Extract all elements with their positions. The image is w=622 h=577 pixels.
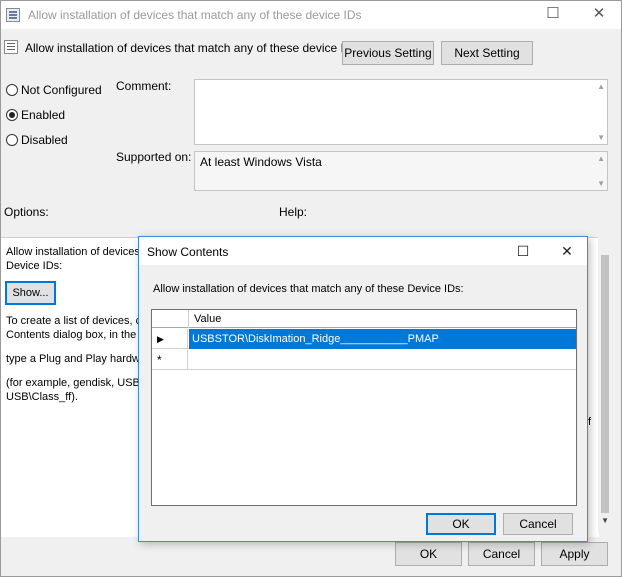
options-line: Allow installation of devices [6,246,140,258]
scroll-down-icon[interactable]: ▼ [601,516,609,525]
help-scrollbar[interactable]: ▼ [598,237,612,533]
column-separator [188,310,189,328]
maximize-button[interactable]: ☐ [503,237,543,265]
supported-on-value: At least Windows Vista [200,155,322,169]
show-contents-dialog: Show Contents ☐ ✕ Allow installation of … [138,236,588,542]
maximize-button[interactable]: ☐ [533,1,573,29]
options-line: type a Plug and Play hardwa [6,353,146,365]
radio-circle[interactable] [6,134,18,146]
radio-circle-selected[interactable] [6,109,18,121]
options-line: Device IDs: [6,260,63,272]
show-contents-title-bar: Show Contents ☐ ✕ [139,237,587,265]
table-row[interactable]: ▶ USBSTOR\DiskImation_Ridge___________PM… [152,329,576,349]
scroll-thumb[interactable] [601,255,609,513]
options-label: Options: [4,205,49,219]
previous-setting-button[interactable]: Previous Setting [342,41,434,65]
value-cell[interactable] [189,350,192,370]
help-text-fragment: f [588,416,592,428]
row-pointer-icon[interactable]: ▶ [152,329,188,349]
radio-label: Disabled [21,133,68,147]
options-line: USB\Class_ff). [6,391,78,403]
supported-on-box: At least Windows Vista ▲ ▼ [194,151,608,191]
radio-circle[interactable] [6,84,18,96]
grid-header: Value [152,310,576,328]
show-contents-title: Show Contents [147,245,229,259]
scroll-down-icon[interactable]: ▼ [597,133,605,142]
scroll-down-icon[interactable]: ▼ [597,179,605,188]
radio-enabled[interactable]: Enabled [6,107,65,123]
window-title: Allow installation of devices that match… [28,8,362,22]
options-line: Contents dialog box, in the V [6,329,146,341]
table-row-new[interactable]: * [152,350,576,370]
apply-button[interactable]: Apply [541,542,608,566]
show-button[interactable]: Show... [5,281,56,305]
help-label: Help: [279,205,308,219]
options-line: To create a list of devices, cli [6,315,146,327]
close-button[interactable]: ✕ [579,1,619,29]
radio-label: Not Configured [21,83,102,97]
radio-disabled[interactable]: Disabled [6,132,68,148]
radio-not-configured[interactable]: Not Configured [6,82,102,98]
supported-on-label: Supported on: [116,150,192,164]
scroll-up-icon[interactable]: ▲ [597,82,605,91]
value-column-header[interactable]: Value [194,313,221,325]
show-contents-ok-button[interactable]: OK [426,513,496,535]
title-bar: Allow installation of devices that match… [1,1,621,29]
radio-label: Enabled [21,108,66,122]
close-icon[interactable]: ✕ [547,237,587,265]
cancel-button[interactable]: Cancel [468,542,535,566]
comment-label: Comment: [116,79,172,93]
new-row-icon[interactable]: * [152,350,188,370]
policy-setting-icon [4,40,18,54]
next-setting-button[interactable]: Next Setting [441,41,533,65]
show-contents-caption: Allow installation of devices that match… [153,283,464,295]
scroll-up-icon[interactable]: ▲ [597,154,605,163]
device-id-grid: Value ▶ USBSTOR\DiskImation_Ridge_______… [151,309,577,506]
policy-heading: Allow installation of devices that match… [25,41,359,55]
value-cell[interactable]: USBSTOR\DiskImation_Ridge___________PMAP [189,329,576,349]
show-contents-cancel-button[interactable]: Cancel [503,513,573,535]
comment-textarea[interactable]: ▲ ▼ [194,79,608,145]
options-line: (for example, gendisk, USB\C [6,377,146,389]
ok-button[interactable]: OK [395,542,462,566]
policy-app-icon [6,8,20,22]
